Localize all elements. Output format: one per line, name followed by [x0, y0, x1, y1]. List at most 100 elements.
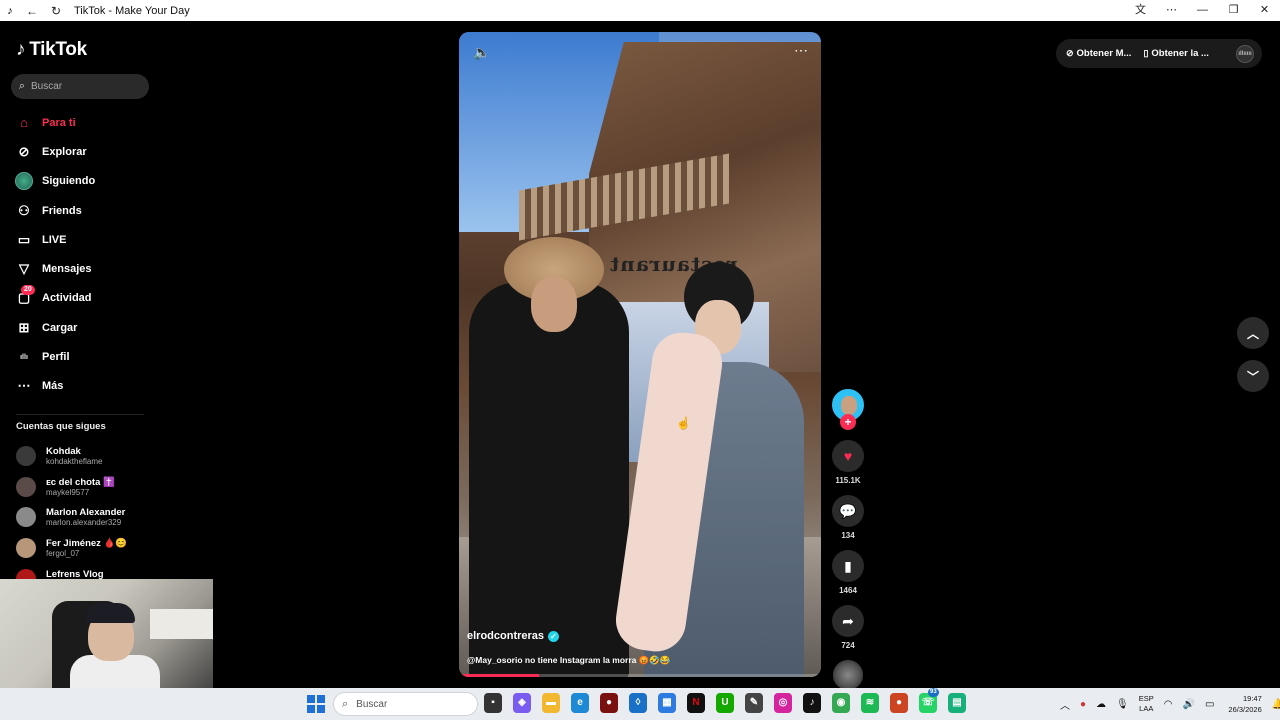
sidebar-item-mensajes[interactable]: ▽ Mensajes	[0, 254, 160, 283]
tiktok-app-icon: ♪	[7, 4, 13, 17]
following-account[interactable]: Fer Jiménez 🩸😊 fergol_07	[16, 533, 166, 564]
tiktok-logo[interactable]: ♪ TikTok	[16, 39, 87, 61]
wifi-icon[interactable]: ◠	[1164, 699, 1173, 710]
sidebar-item-live[interactable]: ▭ LIVE	[0, 225, 160, 254]
windows-taskbar: ⌕ Buscar ▪ ◈ ▬ e ● ◊ ▦ N U ✎ ◎ ♪ ◉ ≋ ● ☏…	[0, 688, 1280, 720]
volume-tray-icon[interactable]: 🔊	[1183, 699, 1195, 710]
minimize-button[interactable]: —	[1187, 0, 1218, 21]
instagram-icon[interactable]: ◎	[774, 693, 792, 713]
sidebar-item-explorar[interactable]: ⊘ Explorar	[0, 137, 160, 166]
language-indicator[interactable]: ESP LAA	[1139, 694, 1154, 714]
get-coins-button[interactable]: ⊘ Obtener M...	[1066, 48, 1131, 59]
get-app-button[interactable]: ▯ Obtener la ...	[1143, 48, 1209, 59]
like-count: 115.1K	[835, 476, 861, 485]
spotify-icon[interactable]: ≋	[861, 693, 879, 713]
chrome-icon[interactable]: ◉	[832, 693, 850, 713]
chat-app-icon[interactable]: ▤	[948, 693, 966, 713]
taskbar-search[interactable]: ⌕ Buscar	[333, 692, 478, 716]
following-account[interactable]: Kohdak kohdaktheflame	[16, 441, 166, 472]
sidebar-item-para-ti[interactable]: ⌂ Para ti	[0, 108, 160, 137]
creator-face	[841, 396, 857, 415]
windows-start-icon[interactable]	[307, 695, 325, 713]
copilot-icon[interactable]: ◈	[513, 693, 531, 713]
close-button[interactable]: ✕	[1249, 0, 1280, 21]
store-icon[interactable]: ▦	[658, 693, 676, 713]
avatar	[16, 446, 36, 467]
account-names: ᴇᴄ del chota ✝️ maykel9577	[46, 477, 115, 497]
upwork-icon[interactable]: U	[716, 693, 734, 713]
netflix-icon[interactable]: N	[687, 693, 705, 713]
webcam-person-cap	[85, 603, 135, 623]
get-coins-label: Obtener M...	[1076, 48, 1132, 59]
following-list: Kohdak kohdaktheflame ᴇᴄ del chota ✝️ ma…	[16, 441, 166, 594]
avatar	[16, 476, 36, 497]
share-count: 724	[841, 641, 855, 650]
account-handle: kohdaktheflame	[46, 457, 103, 467]
tiktok-taskbar-icon[interactable]: ♪	[803, 693, 821, 713]
following-account[interactable]: ᴇᴄ del chota ✝️ maykel9577	[16, 472, 166, 503]
comment-icon[interactable]: 💬	[832, 495, 864, 527]
sidebar-item-label: Perfil	[42, 351, 70, 364]
sidebar-item-mas[interactable]: ⋯ Más	[0, 372, 160, 401]
search-input[interactable]	[31, 81, 141, 92]
video-more-icon[interactable]: ⋯	[794, 42, 809, 59]
more-menu-icon[interactable]: ⋯	[1156, 0, 1187, 21]
search-icon: ⌕	[18, 80, 26, 92]
comment-action[interactable]: 💬 134	[832, 495, 864, 540]
music-disc-icon[interactable]	[833, 660, 863, 690]
previous-video-button[interactable]: ︿	[1237, 317, 1269, 349]
microphone-icon[interactable]: 🎙	[1116, 699, 1129, 710]
app-red-icon[interactable]: ●	[600, 693, 618, 713]
bookmark-icon[interactable]: ▮	[832, 550, 864, 582]
account-name: Marlon Alexander	[46, 507, 126, 519]
sidebar-item-perfil[interactable]: ıllı Perfil	[0, 342, 160, 371]
tiktok-note-icon: ♪	[16, 39, 26, 60]
notification-bell-icon[interactable]: 🔔	[1272, 699, 1280, 710]
tray-chevron-icon[interactable]: ︿	[1060, 697, 1070, 712]
more-dots-icon: ⋯	[17, 378, 31, 394]
next-video-button[interactable]: ﹀	[1237, 360, 1269, 392]
share-icon[interactable]: ➦	[832, 605, 864, 637]
following-account[interactable]: Marlon Alexander marlon.alexander329	[16, 502, 166, 533]
tray-app-icon[interactable]: ●	[1080, 699, 1086, 710]
share-action[interactable]: ➦ 724	[832, 605, 864, 650]
sidebar-item-label: LIVE	[42, 233, 67, 246]
sidebar-item-label: Para ti	[42, 116, 76, 129]
app-recorder-icon[interactable]: ●	[890, 693, 908, 713]
video-author[interactable]: elrodcontreras ✓	[467, 630, 560, 642]
onedrive-icon[interactable]: ☁	[1096, 699, 1106, 710]
reload-button[interactable]: ↻	[44, 4, 68, 18]
battery-icon[interactable]: ▭	[1205, 699, 1214, 710]
sidebar-item-siguiendo[interactable]: Siguiendo	[0, 167, 160, 196]
like-action[interactable]: ♥ 115.1K	[832, 440, 864, 485]
video-player[interactable]: restaurant 🔈 ⋯ elrodcontreras ✓ @May_oso…	[459, 32, 821, 677]
volume-icon[interactable]: 🔈	[473, 44, 490, 61]
sidebar-item-friends[interactable]: ⚇ Friends	[0, 196, 160, 225]
follow-plus-icon[interactable]: +	[840, 414, 856, 430]
back-button[interactable]: ←	[20, 4, 44, 18]
whatsapp-icon[interactable]: ☏ 93	[919, 688, 939, 713]
notes-icon[interactable]: ✎	[745, 693, 763, 713]
restore-button[interactable]: ❐	[1218, 0, 1249, 21]
profile-avatar[interactable]: ıllııııı	[1236, 44, 1254, 63]
file-explorer-icon[interactable]: ▬	[542, 693, 560, 713]
translate-icon[interactable]: 文	[1125, 0, 1156, 21]
sidebar-divider	[16, 414, 144, 415]
sidebar-item-cargar[interactable]: ⊞ Cargar	[0, 313, 160, 342]
task-view-icon[interactable]: ▪	[484, 693, 502, 713]
search-box[interactable]: ⌕	[11, 74, 149, 99]
friends-icon: ⚇	[18, 202, 30, 218]
heart-icon[interactable]: ♥	[832, 440, 864, 472]
upload-plus-icon: ⊞	[18, 319, 30, 335]
clock[interactable]: 19:47 26/3/2026	[1228, 693, 1261, 715]
account-names: Kohdak kohdaktheflame	[46, 446, 102, 466]
edge-icon[interactable]: e	[571, 693, 589, 713]
keyboard-layout: LAA	[1139, 704, 1154, 713]
video-progress-bar[interactable]	[459, 674, 821, 677]
save-action[interactable]: ▮ 1464	[832, 550, 864, 595]
sidebar-item-actividad[interactable]: ▢ 20 Actividad	[0, 284, 160, 313]
shield-icon[interactable]: ◊	[629, 693, 647, 713]
avatar	[16, 538, 36, 559]
sidebar-item-label: Cargar	[42, 321, 78, 334]
mouse-cursor-icon: ☝	[676, 416, 691, 430]
